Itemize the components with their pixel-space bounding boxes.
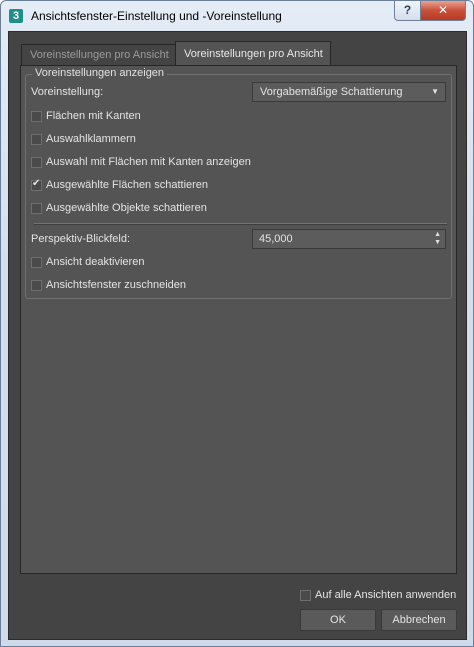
close-button[interactable]: ✕ bbox=[420, 1, 466, 21]
checkbox-box[interactable] bbox=[31, 279, 42, 291]
checkbox-box[interactable] bbox=[31, 202, 42, 214]
dialog-client-area: Voreinstellungen pro Ansicht Voreinstell… bbox=[8, 31, 467, 640]
checkbox-label: Auswahlklammern bbox=[46, 133, 136, 145]
checkbox-selection-brackets[interactable]: Auswahlklammern bbox=[31, 131, 136, 147]
fov-spinner[interactable]: 45,000 ▲ ▼ bbox=[252, 229, 446, 249]
tab-per-view-presets-2[interactable]: Voreinstellungen pro Ansicht bbox=[175, 41, 331, 66]
display-presets-group: Voreinstellungen anzeigen Voreinstellung… bbox=[25, 67, 452, 299]
checkbox-label: Flächen mit Kanten bbox=[46, 110, 141, 122]
window-title: Ansichtsfenster-Einstellung und -Voreins… bbox=[31, 9, 282, 23]
ok-button[interactable]: OK bbox=[300, 609, 376, 631]
checkbox-selection-faces-edges[interactable]: Auswahl mit Flächen mit Kanten anzeigen bbox=[31, 154, 251, 170]
checkbox-box[interactable] bbox=[31, 110, 42, 122]
tab-per-view-presets-1[interactable]: Voreinstellungen pro Ansicht bbox=[21, 44, 177, 65]
checkbox-label: Ansicht deaktivieren bbox=[46, 256, 145, 268]
preset-label: Voreinstellung: bbox=[31, 86, 104, 98]
checkbox-clip-viewport[interactable]: Ansichtsfenster zuschneiden bbox=[31, 277, 186, 293]
help-button[interactable]: ? bbox=[394, 1, 421, 21]
preset-dropdown-value: Vorgabemäßige Schattierung bbox=[260, 86, 403, 98]
checkbox-box[interactable] bbox=[31, 256, 42, 268]
chevron-down-icon: ▼ bbox=[431, 87, 439, 96]
checkbox-label: Ansichtsfenster zuschneiden bbox=[46, 279, 187, 291]
group-divider bbox=[34, 223, 447, 225]
checkbox-box[interactable] bbox=[31, 156, 42, 168]
checkbox-disable-view[interactable]: Ansicht deaktivieren bbox=[31, 254, 144, 270]
fov-value: 45,000 bbox=[259, 233, 293, 245]
title-bar[interactable]: 3 Ansichtsfenster-Einstellung und -Vorei… bbox=[1, 1, 473, 31]
checkbox-apply-all-views[interactable]: Auf alle Ansichten anwenden bbox=[300, 587, 456, 603]
checkbox-shade-selected-faces[interactable]: Ausgewählte Flächen schattieren bbox=[31, 177, 208, 193]
app-logo-icon: 3 bbox=[9, 9, 23, 23]
checkbox-box[interactable] bbox=[300, 589, 311, 601]
fov-label: Perspektiv-Blickfeld: bbox=[31, 233, 131, 245]
cancel-button[interactable]: Abbrechen bbox=[381, 609, 457, 631]
preset-dropdown[interactable]: Vorgabemäßige Schattierung ▼ bbox=[252, 82, 446, 102]
checkbox-label: Auf alle Ansichten anwenden bbox=[315, 589, 457, 601]
checkbox-label: Ausgewählte Flächen schattieren bbox=[46, 179, 209, 191]
spinner-arrows-icon[interactable]: ▲ ▼ bbox=[434, 231, 441, 247]
tab-panel: Voreinstellungen anzeigen Voreinstellung… bbox=[20, 65, 457, 574]
checkbox-box-checked[interactable] bbox=[31, 178, 42, 191]
dialog-window: 3 Ansichtsfenster-Einstellung und -Vorei… bbox=[0, 0, 474, 647]
checkbox-faces-with-edges[interactable]: Flächen mit Kanten bbox=[31, 108, 141, 124]
checkbox-label: Auswahl mit Flächen mit Kanten anzeigen bbox=[46, 156, 251, 168]
checkbox-shade-selected-objects[interactable]: Ausgewählte Objekte schattieren bbox=[31, 200, 207, 216]
checkbox-box[interactable] bbox=[31, 133, 42, 145]
checkbox-label: Ausgewählte Objekte schattieren bbox=[46, 202, 207, 214]
group-title: Voreinstellungen anzeigen bbox=[32, 67, 168, 79]
